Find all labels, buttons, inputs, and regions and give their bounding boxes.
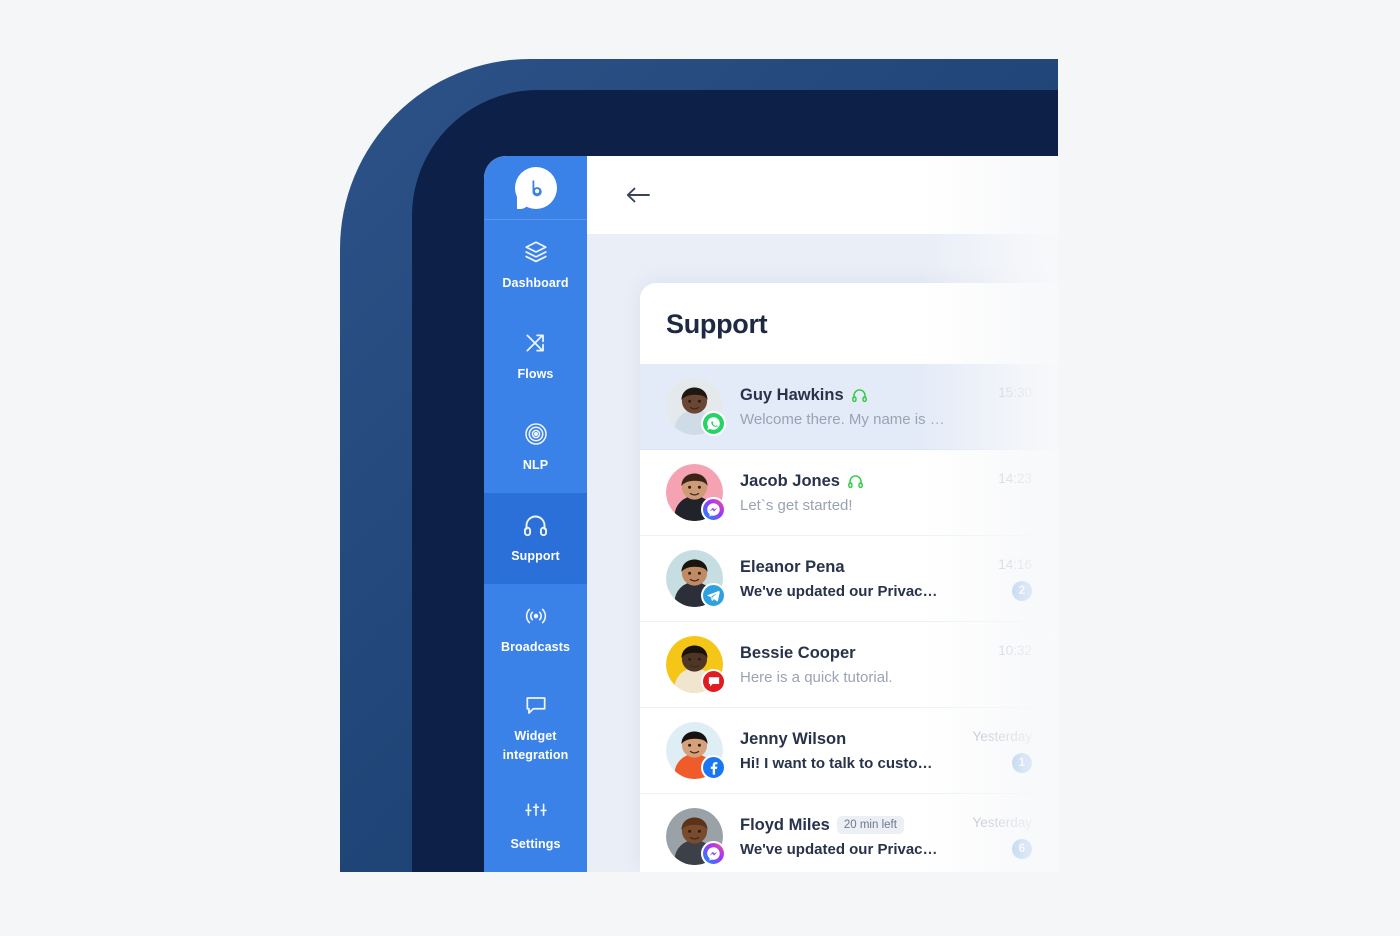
unread-count-badge: 1 <box>1012 752 1032 773</box>
headphones-icon <box>851 387 868 404</box>
sidebar-item-dashboard[interactable]: Dashboard <box>484 220 587 311</box>
headphones-icon <box>847 473 864 490</box>
sidebar-item-support[interactable]: Support <box>484 493 587 584</box>
sidebar-item-label: Dashboard <box>502 275 569 290</box>
unread-count-badge: 2 <box>1012 580 1032 601</box>
content-area: Support Guy Hawkins Welcome there. My na… <box>587 234 1058 872</box>
message-preview: We've updated our Privacy Pol... <box>740 582 945 600</box>
sidebar-item-widget-integration[interactable]: Widget integration <box>484 675 587 781</box>
sliders-icon <box>523 800 549 826</box>
avatar <box>666 378 726 436</box>
sidebar-item-settings[interactable]: Settings <box>484 781 587 872</box>
contact-name: Jacob Jones <box>740 471 840 490</box>
chat-list: Guy Hawkins Welcome there. My name is Bo… <box>640 364 1058 872</box>
facebook-channel-icon <box>701 755 726 780</box>
sidebar-item-label: Widget integration <box>502 728 569 762</box>
chat-item-body: Floyd Miles 20 min left We've updated ou… <box>740 816 945 858</box>
avatar <box>666 464 726 522</box>
chat-list-item[interactable]: Jenny Wilson Hi! I want to talk to custo… <box>640 708 1058 794</box>
contact-name: Eleanor Pena <box>740 557 845 576</box>
chat-item-body: Jacob Jones Let`s get started! <box>740 472 945 514</box>
chat-item-body: Bessie Cooper Here is a quick tutorial. <box>740 644 945 686</box>
chat-list-item[interactable]: Bessie Cooper Here is a quick tutorial. … <box>640 622 1058 708</box>
sidebar-item-label: Support <box>511 548 560 563</box>
sidebar-item-flows[interactable]: Flows <box>484 311 587 402</box>
messenger-channel-icon <box>701 497 726 522</box>
message-preview: We've updated our Privacy Pol... <box>740 840 945 858</box>
contact-name: Floyd Miles <box>740 815 830 834</box>
message-preview: Hi! I want to talk to customer su... <box>740 754 945 772</box>
contact-name: Bessie Cooper <box>740 643 856 662</box>
brand-logo[interactable] <box>484 156 587 220</box>
sidebar-item-broadcasts[interactable]: Broadcasts <box>484 584 587 675</box>
broadcast-waves-icon <box>523 603 549 629</box>
chat-item-header: Jacob Jones <box>740 472 945 491</box>
contact-name: Jenny Wilson <box>740 729 847 748</box>
speech-bubble-icon <box>523 692 549 718</box>
message-preview: Here is a quick tutorial. <box>740 668 893 686</box>
sidebar-item-label: Flows <box>517 366 554 381</box>
messenger-channel-icon <box>701 841 726 866</box>
chat-item-meta: Yesterday 6 <box>962 815 1032 859</box>
avatar <box>666 722 726 780</box>
shuffle-arrows-icon <box>523 330 549 356</box>
support-card: Support Guy Hawkins Welcome there. My na… <box>640 283 1058 872</box>
sidebar-item-nlp[interactable]: NLP <box>484 402 587 493</box>
page-title: Support <box>666 309 768 339</box>
botty-logo-icon <box>514 166 557 209</box>
timestamp: 10:32 <box>998 642 1032 658</box>
arrow-left-icon[interactable] <box>625 185 651 205</box>
screenshot-stage: Dashboard Flows NLP Support Broadcasts W… <box>0 0 1400 936</box>
chat-list-item[interactable]: Jacob Jones Let`s get started! 14:23 <box>640 450 1058 536</box>
contact-name: Guy Hawkins <box>740 385 844 404</box>
chat-item-header: Jenny Wilson <box>740 730 945 749</box>
chat-item-meta: 15:30 <box>962 385 1032 429</box>
chat-item-header: Bessie Cooper <box>740 644 945 663</box>
timer-badge: 20 min left <box>836 816 904 834</box>
sidebar-nav: Dashboard Flows NLP Support Broadcasts W… <box>484 220 587 872</box>
timestamp: Yesterday <box>972 728 1032 744</box>
chat-item-header: Eleanor Pena <box>740 558 945 577</box>
chat-list-item[interactable]: Guy Hawkins Welcome there. My name is Bo… <box>640 364 1058 450</box>
sidebar-item-label: NLP <box>522 457 549 472</box>
topbar <box>587 156 1058 234</box>
timestamp: Yesterday <box>972 814 1032 830</box>
timestamp: 15:30 <box>998 384 1032 400</box>
timestamp: 14:23 <box>998 470 1032 486</box>
sidebar: Dashboard Flows NLP Support Broadcasts W… <box>484 156 587 872</box>
webchat-channel-icon <box>701 669 726 694</box>
chat-list-item[interactable]: Eleanor Pena We've updated our Privacy P… <box>640 536 1058 622</box>
main-column: Support Guy Hawkins Welcome there. My na… <box>587 156 1058 872</box>
chat-item-body: Eleanor Pena We've updated our Privacy P… <box>740 558 945 600</box>
telegram-channel-icon <box>701 583 726 608</box>
timestamp: 14:16 <box>998 556 1032 572</box>
chat-list-item[interactable]: Floyd Miles 20 min left We've updated ou… <box>640 794 1058 872</box>
avatar <box>666 636 726 694</box>
chat-item-meta: 14:23 <box>962 471 1032 515</box>
chat-item-meta: 10:32 <box>962 643 1032 687</box>
chat-item-body: Guy Hawkins Welcome there. My name is Bo… <box>740 386 945 428</box>
chat-item-meta: 14:16 2 <box>962 557 1032 601</box>
layers-icon <box>523 239 549 265</box>
message-preview: Let`s get started! <box>740 496 853 514</box>
avatar <box>666 808 726 866</box>
avatar <box>666 550 726 608</box>
chat-item-header: Guy Hawkins <box>740 386 945 405</box>
whatsapp-channel-icon <box>701 411 726 436</box>
app-window: Dashboard Flows NLP Support Broadcasts W… <box>484 156 1058 872</box>
sidebar-item-label: Broadcasts <box>500 639 571 654</box>
message-preview: Welcome there. My name is Botty... <box>740 410 945 428</box>
target-rings-icon <box>523 421 549 447</box>
unread-count-badge: 6 <box>1012 838 1032 859</box>
chat-item-body: Jenny Wilson Hi! I want to talk to custo… <box>740 730 945 772</box>
sidebar-item-label: Settings <box>510 836 561 851</box>
headphones-icon <box>522 512 549 538</box>
chat-item-meta: Yesterday 1 <box>962 729 1032 773</box>
chat-item-header: Floyd Miles 20 min left <box>740 816 945 835</box>
